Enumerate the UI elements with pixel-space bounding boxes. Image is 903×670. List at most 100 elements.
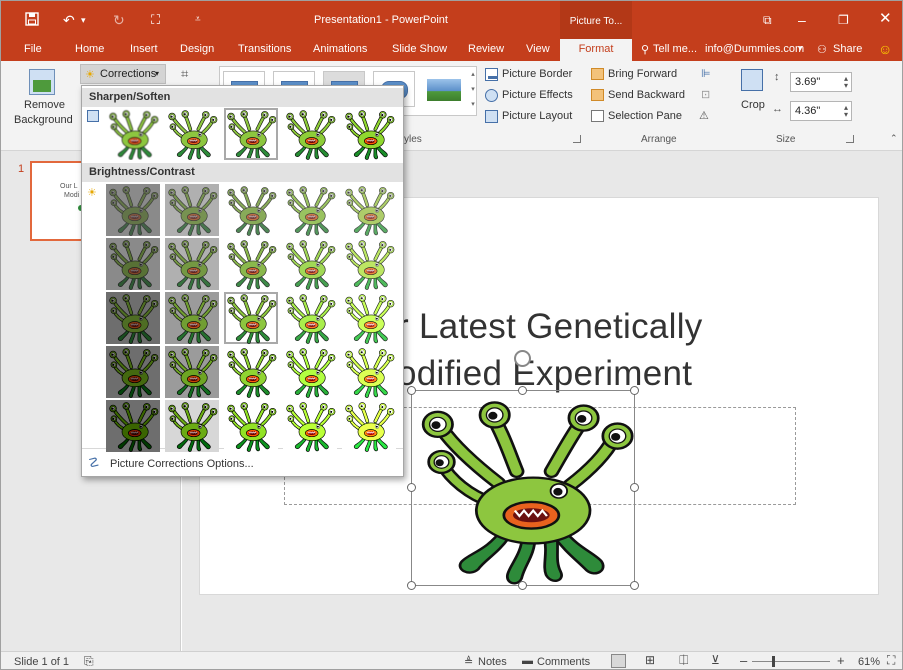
rotate-icon[interactable]: ⚠ <box>699 109 709 122</box>
brightness-contrast-option-5-5[interactable] <box>342 400 396 452</box>
resize-handle-n[interactable] <box>518 386 527 395</box>
undo-dropdown-icon[interactable]: ▾ <box>81 12 86 28</box>
picture-effects-button[interactable]: Picture Effects <box>502 89 573 101</box>
sharpen-soften-option-2[interactable] <box>165 108 219 160</box>
zoom-slider[interactable] <box>752 661 830 662</box>
brightness-contrast-option-5-2[interactable] <box>165 400 219 452</box>
start-from-beginning-icon[interactable]: ⛶ <box>151 12 160 28</box>
green-monster-picture[interactable] <box>414 393 634 585</box>
picture-layout-icon[interactable] <box>485 110 498 123</box>
share-button[interactable]: Share <box>833 43 862 55</box>
smiley-feedback-icon[interactable]: ☺ <box>878 41 892 57</box>
remove-background-label-1[interactable]: Remove <box>24 99 65 111</box>
account-dropdown-icon[interactable]: ▾ <box>798 43 803 54</box>
reading-view-icon[interactable]: ⎅ <box>679 653 689 668</box>
tab-transitions[interactable]: Transitions <box>238 43 291 55</box>
share-icon[interactable]: ⚇ <box>817 43 827 56</box>
tab-format[interactable]: Format <box>560 39 632 61</box>
resize-handle-se[interactable] <box>630 581 639 590</box>
resize-handle-w[interactable] <box>407 483 416 492</box>
close-icon[interactable]: ✕ <box>879 11 892 27</box>
tab-file[interactable]: File <box>24 43 42 55</box>
save-icon[interactable] <box>25 12 39 29</box>
slide-title-line-1[interactable]: r Latest Genetically <box>397 307 703 347</box>
selection-pane-button[interactable]: Selection Pane <box>608 110 682 122</box>
picture-layout-button[interactable]: Picture Layout <box>502 110 572 122</box>
brightness-contrast-option-3-4[interactable] <box>283 292 337 344</box>
brightness-contrast-option-4-2[interactable] <box>165 346 219 398</box>
notes-icon[interactable]: ≜ <box>464 655 473 668</box>
tell-me-box[interactable]: Tell me... <box>653 43 697 55</box>
minimize-icon[interactable]: – <box>798 12 806 28</box>
picture-style-5[interactable] <box>423 71 465 107</box>
picture-border-icon[interactable] <box>485 68 498 81</box>
width-spinner-icon[interactable]: ▴ ▾ <box>844 104 848 119</box>
selection-pane-icon[interactable] <box>591 110 604 122</box>
tab-review[interactable]: Review <box>468 43 504 55</box>
rotation-handle-icon[interactable] <box>514 350 531 367</box>
corrections-button[interactable]: ☀ Corrections ▾ <box>80 64 166 84</box>
brightness-contrast-option-2-1[interactable] <box>106 238 160 290</box>
height-spinner-icon[interactable]: ▴ ▾ <box>844 75 848 90</box>
send-backward-icon[interactable] <box>591 89 604 101</box>
sharpen-soften-option-4[interactable] <box>283 108 337 160</box>
brightness-contrast-option-4-1[interactable] <box>106 346 160 398</box>
brightness-contrast-option-1-3[interactable] <box>224 184 278 236</box>
restore-icon[interactable]: ❐ <box>838 12 849 28</box>
remove-background-label-2[interactable]: Background <box>14 114 73 126</box>
brightness-contrast-option-3-2[interactable] <box>165 292 219 344</box>
remove-background-icon[interactable] <box>29 69 55 95</box>
picture-styles-launcher-icon[interactable] <box>573 135 581 143</box>
zoom-slider-thumb[interactable] <box>772 656 775 667</box>
brightness-contrast-option-2-5[interactable] <box>342 238 396 290</box>
tab-animations[interactable]: Animations <box>313 43 367 55</box>
brightness-contrast-option-2-2[interactable] <box>165 238 219 290</box>
brightness-contrast-option-5-4[interactable] <box>283 400 337 452</box>
brightness-contrast-option-4-5[interactable] <box>342 346 396 398</box>
slide-sorter-icon[interactable]: ⊞ <box>645 653 655 667</box>
brightness-contrast-option-1-1[interactable] <box>106 184 160 236</box>
brightness-contrast-option-3-1[interactable] <box>106 292 160 344</box>
brightness-contrast-option-4-3[interactable] <box>224 346 278 398</box>
sharpen-soften-option-5[interactable] <box>342 108 396 160</box>
bring-forward-icon[interactable] <box>591 68 604 80</box>
account-name[interactable]: info@Dummies.com <box>705 43 804 55</box>
crop-icon[interactable] <box>741 69 763 91</box>
slide-title-line-2[interactable]: odified Experiment <box>397 354 692 394</box>
slide-show-view-icon[interactable]: ⊻ <box>711 653 720 667</box>
gallery-scroll-arrows[interactable]: ▴ ▾ ▾ <box>468 67 478 115</box>
compress-pictures-icon[interactable]: ⌗ <box>181 66 188 82</box>
selected-picture-frame[interactable] <box>411 390 635 586</box>
shape-height-input[interactable]: 3.69" ▴ ▾ <box>790 72 852 92</box>
undo-icon[interactable]: ↶ <box>63 12 75 28</box>
resize-handle-s[interactable] <box>518 581 527 590</box>
tab-view[interactable]: View <box>526 43 550 55</box>
zoom-in-icon[interactable]: + <box>837 653 845 668</box>
group-icon[interactable]: ⊡ <box>701 88 710 101</box>
ribbon-display-icon[interactable]: ⧉ <box>763 12 772 28</box>
align-icon[interactable]: ⊫ <box>701 67 711 80</box>
picture-effects-icon[interactable] <box>485 89 498 102</box>
tab-insert[interactable]: Insert <box>130 43 158 55</box>
comments-button[interactable]: Comments <box>537 656 590 668</box>
bring-forward-button[interactable]: Bring Forward <box>608 68 677 80</box>
comments-icon[interactable]: ▬ <box>522 655 533 667</box>
picture-corrections-options-icon[interactable]: ☡ <box>88 455 100 471</box>
brightness-contrast-option-3-3[interactable] <box>224 292 278 344</box>
resize-handle-e[interactable] <box>630 483 639 492</box>
fit-to-window-icon[interactable]: ⛶ <box>887 653 895 668</box>
redo-icon[interactable]: ↻ <box>113 12 125 28</box>
sharpen-soften-option-3[interactable] <box>224 108 278 160</box>
brightness-contrast-option-5-3[interactable] <box>224 400 278 452</box>
sharpen-soften-option-1[interactable] <box>106 108 160 160</box>
resize-handle-sw[interactable] <box>407 581 416 590</box>
brightness-contrast-option-4-4[interactable] <box>283 346 337 398</box>
zoom-out-icon[interactable]: – <box>740 653 747 668</box>
brightness-contrast-option-1-2[interactable] <box>165 184 219 236</box>
brightness-contrast-option-2-3[interactable] <box>224 238 278 290</box>
zoom-level[interactable]: 61% <box>858 656 880 668</box>
send-backward-button[interactable]: Send Backward <box>608 89 685 101</box>
tab-slide-show[interactable]: Slide Show <box>392 43 447 55</box>
spelling-check-icon[interactable]: ⎘ <box>84 654 94 669</box>
brightness-contrast-option-1-4[interactable] <box>283 184 337 236</box>
